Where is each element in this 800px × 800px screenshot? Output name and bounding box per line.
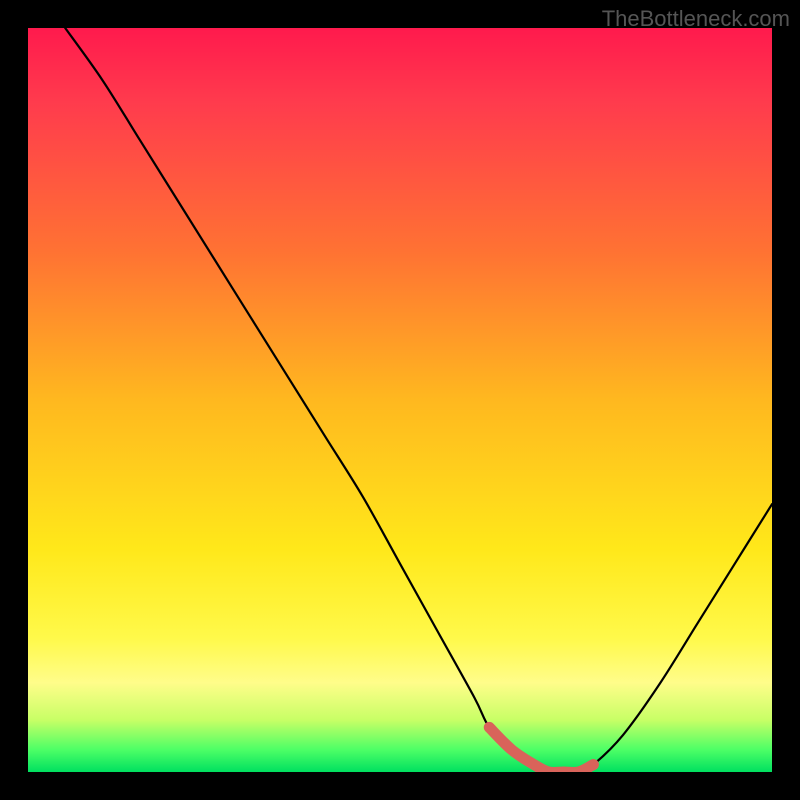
optimal-range-highlight <box>489 727 593 772</box>
watermark-text: TheBottleneck.com <box>602 6 790 32</box>
chart-svg <box>28 28 772 772</box>
plot-area <box>28 28 772 772</box>
bottleneck-curve <box>65 28 772 772</box>
